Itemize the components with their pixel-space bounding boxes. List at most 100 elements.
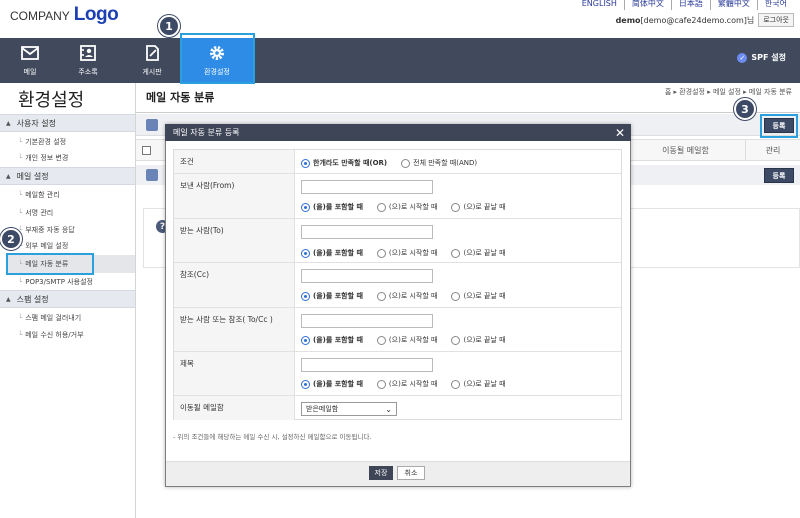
sidebar-item-pop3-smtp[interactable]: └ POP3/SMTP 사용설정	[18, 276, 93, 288]
nav-mail[interactable]: 메일	[0, 38, 60, 83]
chevron-down-icon: ⌄	[385, 404, 392, 414]
highlight-box-register	[760, 114, 798, 138]
register-button-bottom[interactable]: 등록	[764, 168, 794, 183]
nav-board[interactable]: 게시판	[122, 38, 182, 83]
column-header-manage: 관리	[745, 139, 800, 161]
subject-ends-radio[interactable]: (으)로 끝날 때	[451, 379, 506, 389]
radio-icon	[376, 379, 386, 389]
tree-branch-icon: └	[18, 138, 23, 146]
to-or-cc-ends-radio[interactable]: (으)로 끝날 때	[451, 335, 506, 345]
to-input[interactable]	[301, 225, 433, 239]
spf-label: SPF 설정	[751, 53, 786, 62]
cancel-button[interactable]: 취소	[397, 466, 425, 480]
to-ends-radio[interactable]: (으)로 끝날 때	[451, 248, 506, 258]
highlight-box-settings	[180, 33, 255, 84]
from-starts-radio[interactable]: (으)로 시작할 때	[376, 202, 437, 212]
to-contains-radio[interactable]: (을)를 포함할 때	[301, 248, 363, 258]
triangle-icon: ▲	[6, 119, 11, 127]
cc-contains-radio[interactable]: (을)를 포함할 때	[301, 291, 363, 301]
form-note: - 위의 조건들에 해당하는 메일 수신 시, 설정하신 메일함으로 이동됩니다…	[173, 433, 372, 441]
subject-match-radios: (을)를 포함할 때 (으)로 시작할 때 (으)로 끝날 때	[301, 379, 506, 389]
highlight-box-auto-classify	[6, 253, 94, 275]
sidebar-section-spam[interactable]: ▲ 스팸 설정	[0, 290, 135, 308]
nav-contacts[interactable]: 주소록	[58, 38, 118, 83]
condition-and-radio[interactable]: 전체 만족할 때(AND)	[401, 158, 477, 168]
cc-input[interactable]	[301, 269, 433, 283]
subject-contains-radio[interactable]: (을)를 포함할 때	[301, 379, 363, 389]
cc-starts-radio[interactable]: (으)로 시작할 때	[376, 291, 437, 301]
radio-selected-icon	[301, 158, 310, 168]
column-header-mailbox: 이동될 메일함	[625, 139, 745, 161]
sidebar-section-user[interactable]: ▲ 사용자 설정	[0, 114, 135, 132]
select-all-checkbox[interactable]	[142, 146, 151, 155]
sidebar-item-basic-settings[interactable]: └ 기본환경 설정	[18, 136, 66, 148]
tree-branch-icon: └	[18, 314, 23, 322]
sidebar-item-personal-info[interactable]: └ 개인 정보 변경	[18, 152, 68, 164]
language-selector: ENGLISH 简体中文 日本語 繁體中文 한국어	[575, 0, 794, 10]
sidebar-item-external-mail[interactable]: └ 외부 메일 설정	[18, 240, 68, 252]
radio-selected-icon	[301, 248, 310, 258]
user-id: demo	[615, 15, 641, 25]
save-button[interactable]: 저장	[369, 466, 393, 480]
from-match-radios: (을)를 포함할 때 (으)로 시작할 때 (으)로 끝날 때	[301, 202, 506, 212]
condition-or-radio[interactable]: 한개라도 만족할 때(OR)	[301, 158, 387, 168]
lang-english[interactable]: ENGLISH	[575, 0, 624, 10]
sidebar-item-signature[interactable]: └ 서명 관리	[18, 207, 53, 219]
mailbox-select[interactable]: 받은메일함 ⌄	[301, 402, 397, 416]
sidebar-item-spam-filter[interactable]: └ 스팸 메일 걸러내기	[18, 312, 81, 324]
from-contains-radio[interactable]: (을)를 포함할 때	[301, 202, 363, 212]
lang-traditional-chinese[interactable]: 繁體中文	[709, 0, 757, 10]
mailbox-label: 이동될 메일함	[174, 396, 295, 420]
sidebar-item-auto-reply[interactable]: └ 부재중 자동 응답	[18, 224, 75, 236]
to-or-cc-match-radios: (을)를 포함할 때 (으)로 시작할 때 (으)로 끝날 때	[301, 335, 506, 345]
sidebar-section-mail[interactable]: ▲ 메일 설정	[0, 167, 135, 185]
board-icon	[146, 45, 159, 61]
sidebar-item-allow-deny[interactable]: └ 메일 수신 허용/거부	[18, 329, 84, 341]
logout-button[interactable]: 로그아웃	[758, 13, 794, 27]
to-or-cc-starts-radio[interactable]: (으)로 시작할 때	[376, 335, 437, 345]
radio-icon	[376, 202, 386, 212]
triangle-icon: ▲	[6, 172, 11, 180]
select-toggle-icon-bottom[interactable]	[146, 169, 158, 181]
to-or-cc-contains-radio[interactable]: (을)를 포함할 때	[301, 335, 363, 345]
lang-simplified-chinese[interactable]: 简体中文	[623, 0, 671, 10]
cc-ends-radio[interactable]: (으)로 끝날 때	[451, 291, 506, 301]
to-or-cc-input[interactable]	[301, 314, 433, 328]
nav-contacts-label: 주소록	[78, 68, 98, 76]
subject-starts-radio[interactable]: (으)로 시작할 때	[376, 379, 437, 389]
lang-japanese[interactable]: 日本語	[670, 0, 710, 10]
close-icon[interactable]: ✕	[612, 125, 628, 140]
select-toggle-icon[interactable]	[146, 119, 158, 131]
cc-match-radios: (을)를 포함할 때 (으)로 시작할 때 (으)로 끝날 때	[301, 291, 506, 301]
mailbox-select-value: 받은메일함	[306, 405, 339, 413]
step-badge-2: 2	[0, 228, 22, 250]
logo-company-text: COMPANY	[10, 9, 70, 23]
sidebar-item-mailbox-manage[interactable]: └ 메일함 관리	[18, 189, 60, 201]
main-nav	[0, 38, 800, 83]
step-badge-1: 1	[158, 15, 180, 37]
dialog-title: 메일 자동 분류 등록	[165, 124, 631, 141]
triangle-icon: ▲	[6, 295, 11, 303]
sidebar-title: 환경설정	[18, 90, 85, 111]
to-starts-radio[interactable]: (으)로 시작할 때	[376, 248, 437, 258]
company-logo[interactable]: COMPANY Logo	[10, 4, 119, 25]
from-ends-radio[interactable]: (으)로 끝날 때	[451, 202, 506, 212]
user-info: demo[demo@cafe24demo.com]님 로그아웃	[616, 13, 794, 27]
page-title: 메일 자동 분류	[146, 91, 215, 104]
radio-icon	[451, 291, 461, 301]
condition-radios: 한개라도 만족할 때(OR) 전체 만족할 때(AND)	[301, 158, 477, 168]
lang-korean[interactable]: 한국어	[756, 0, 794, 10]
radio-icon	[451, 202, 461, 212]
check-icon: ✓	[737, 52, 748, 63]
from-input[interactable]	[301, 180, 433, 194]
step-badge-3: 3	[734, 98, 756, 120]
nav-board-label: 게시판	[142, 68, 162, 76]
spf-settings-link[interactable]: ✓ SPF 설정	[737, 52, 786, 63]
logo-word-text: Logo	[73, 4, 119, 25]
tree-branch-icon: └	[18, 154, 23, 162]
radio-icon	[401, 158, 411, 168]
subject-input[interactable]	[301, 358, 433, 372]
user-email: [demo@cafe24demo.com]님	[640, 15, 755, 25]
radio-icon	[376, 291, 386, 301]
tree-branch-icon: └	[18, 209, 23, 217]
